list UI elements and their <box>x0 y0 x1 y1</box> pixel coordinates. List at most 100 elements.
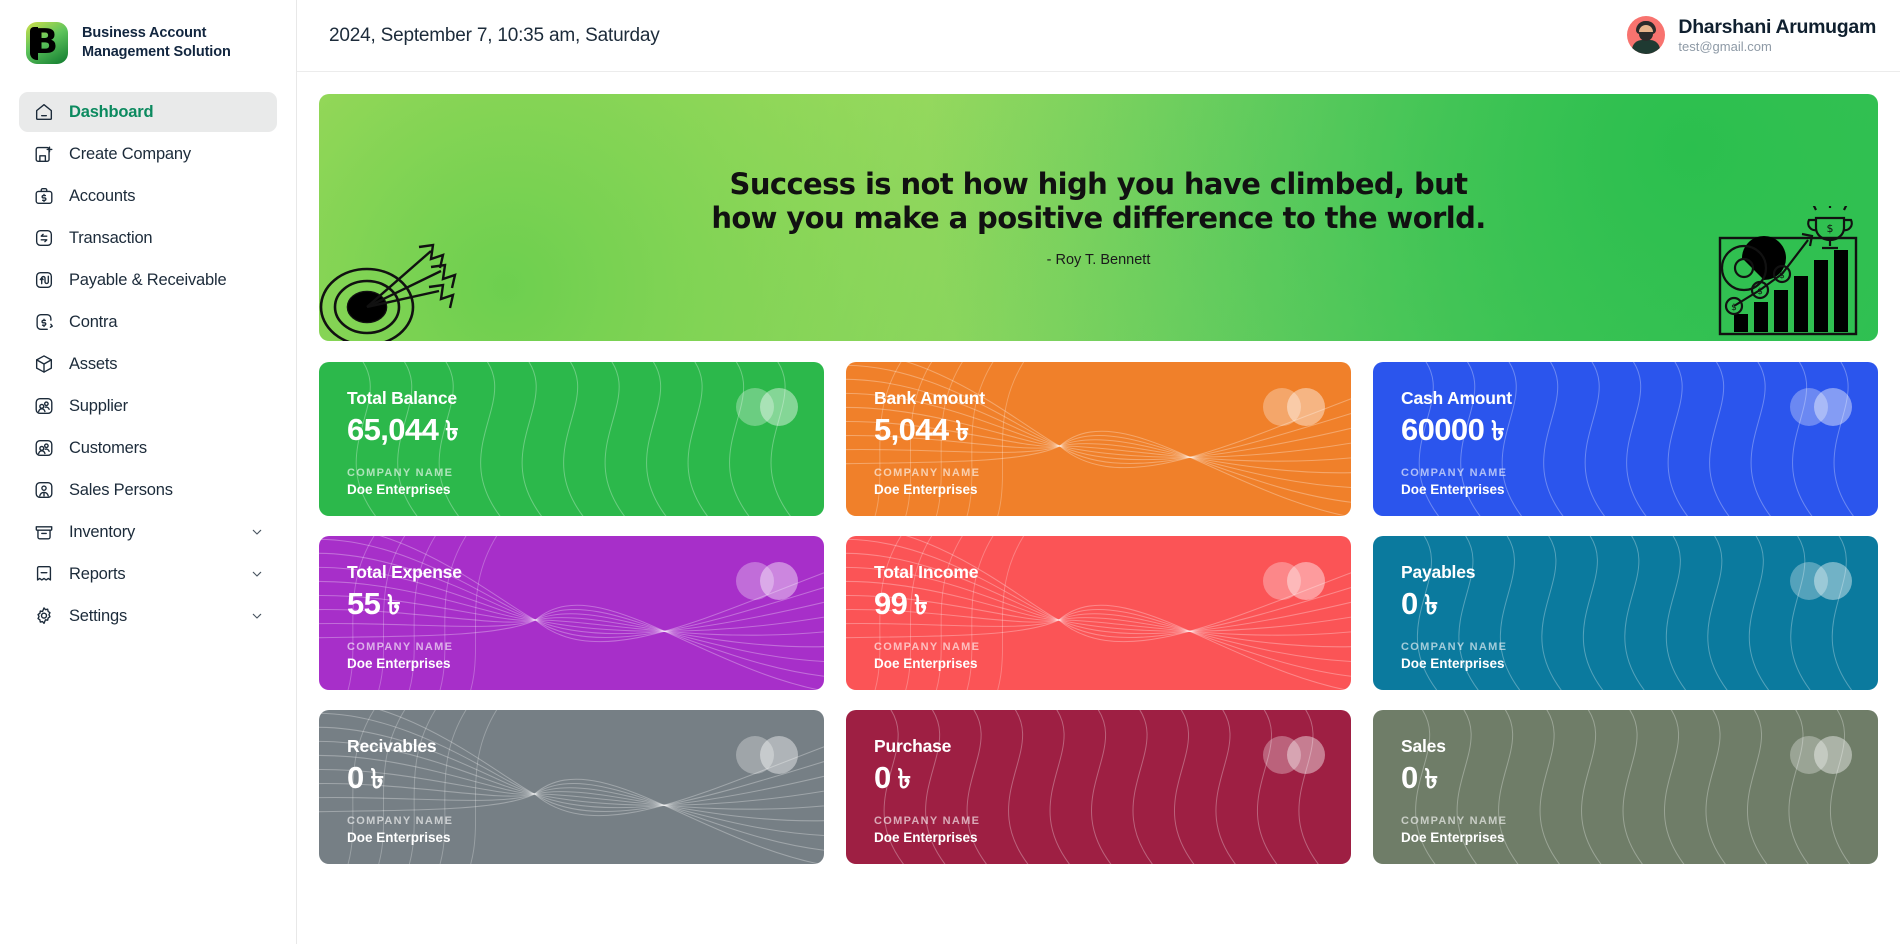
sidebar-item-dashboard[interactable]: Dashboard <box>19 92 277 132</box>
stat-card-cash-amount[interactable]: Cash Amount 60000 ৳ COMPANY NAME Doe Enterpr… <box>1373 362 1878 516</box>
dollar-refresh-icon <box>33 311 55 333</box>
sidebar-item-label: Payable & Receivable <box>69 270 227 289</box>
stat-card-total-balance[interactable]: Total Balance 65,044 ৳ COMPANY NAME Doe Ente… <box>319 362 824 516</box>
stat-card-total-expense[interactable]: Total Expense 55 ৳ COMPANY NAME Doe Enterpri… <box>319 536 824 690</box>
sidebar-item-create-company[interactable]: Create Company <box>19 134 277 174</box>
card-amount: 65,044 <box>347 412 439 447</box>
sidebar-item-label: Dashboard <box>69 102 154 121</box>
sidebar-item-assets[interactable]: Assets <box>19 344 277 384</box>
card-company-value: Doe Enterprises <box>347 482 451 497</box>
dashboard-content: Success is not how high you have climbed… <box>297 72 1900 944</box>
user-email: test@gmail.com <box>1678 39 1772 55</box>
sidebar-item-payable-receivable[interactable]: Payable & Receivable <box>19 260 277 300</box>
sidebar-item-label: Supplier <box>69 396 128 415</box>
card-company-label: COMPANY NAME <box>874 467 981 479</box>
gear-icon <box>33 605 55 627</box>
stat-card-purchase[interactable]: Purchase 0 ৳ COMPANY NAME Doe Enterprises <box>846 710 1351 864</box>
sidebar-item-label: Accounts <box>69 186 136 205</box>
sidebar-item-reports[interactable]: Reports <box>19 554 277 594</box>
sidebar-item-label: Create Company <box>69 144 191 163</box>
sidebar-item-sales-persons[interactable]: Sales Persons <box>19 470 277 510</box>
receipt-icon <box>33 563 55 585</box>
currency-symbol: ৳ <box>955 416 969 446</box>
brand-title-line1: Business Account <box>82 25 207 42</box>
svg-text:$: $ <box>1779 271 1785 281</box>
card-amount: 0 <box>347 760 364 795</box>
card-company-label: COMPANY NAME <box>1401 815 1508 827</box>
stat-card-recivables[interactable]: Recivables 0 ৳ COMPANY NAME Doe Enterprises <box>319 710 824 864</box>
user-menu[interactable]: Dharshani Arumugam test@gmail.com <box>1627 16 1876 55</box>
card-amount: 0 <box>1401 586 1418 621</box>
card-company-value: Doe Enterprises <box>874 830 978 845</box>
card-amount: 5,044 <box>874 412 949 447</box>
box-icon <box>33 353 55 375</box>
card-company-value: Doe Enterprises <box>1401 830 1505 845</box>
card-company: COMPANY NAME Doe Enterprises <box>874 641 980 671</box>
sidebar-item-contra[interactable]: Contra <box>19 302 277 342</box>
card-company-label: COMPANY NAME <box>874 641 981 653</box>
chevron-down-icon[interactable] <box>249 524 265 540</box>
sidebar-item-label: Settings <box>69 606 128 625</box>
card-company-value: Doe Enterprises <box>1401 656 1505 671</box>
card-value: 0 ৳ <box>874 759 1323 804</box>
card-value: 0 ৳ <box>1401 585 1850 630</box>
home-icon <box>33 101 55 123</box>
chevron-down-icon[interactable] <box>249 566 265 582</box>
app-root: B Business Account Management Solution D… <box>0 0 1900 944</box>
card-value: 0 ৳ <box>1401 759 1850 804</box>
b-logo-icon: B <box>26 22 68 64</box>
quote-banner: Success is not how high you have climbed… <box>319 94 1878 341</box>
exchange-icon <box>33 227 55 249</box>
users-icon <box>33 437 55 459</box>
card-value: 0 ৳ <box>347 759 796 804</box>
sidebar: B Business Account Management Solution D… <box>0 0 297 944</box>
building-plus-icon <box>33 143 55 165</box>
card-value: 65,044 ৳ <box>347 411 796 456</box>
sidebar-item-settings[interactable]: Settings <box>19 596 277 636</box>
card-title: Bank Amount <box>874 388 985 408</box>
sidebar-item-customers[interactable]: Customers <box>19 428 277 468</box>
brand-title: Business Account Management Solution <box>82 24 231 62</box>
card-company: COMPANY NAME Doe Enterprises <box>1401 815 1507 845</box>
card-company: COMPANY NAME Doe Enterprises <box>874 815 980 845</box>
sidebar-item-accounts[interactable]: Accounts <box>19 176 277 216</box>
sidebar-item-label: Inventory <box>69 522 136 541</box>
card-company: COMPANY NAME Doe Enterprises <box>874 467 980 497</box>
sidebar-item-transaction[interactable]: Transaction <box>19 218 277 258</box>
card-company: COMPANY NAME Doe Enterprises <box>347 641 453 671</box>
sidebar-nav: Dashboard Create Company Accounts Transacti… <box>0 86 296 636</box>
card-amount: 99 <box>874 586 908 621</box>
archive-icon <box>33 521 55 543</box>
svg-text:$: $ <box>1757 287 1763 297</box>
stat-card-payables[interactable]: Payables 0 ৳ COMPANY NAME Doe Enterprises <box>1373 536 1878 690</box>
card-company-value: Doe Enterprises <box>1401 482 1505 497</box>
main-area: 2024, September 7, 10:35 am, Saturday Dh… <box>297 0 1900 944</box>
currency-symbol: ৳ <box>445 416 459 446</box>
card-title: Sales <box>1401 736 1446 756</box>
card-company: COMPANY NAME Doe Enterprises <box>347 467 453 497</box>
card-value: 55 ৳ <box>347 585 796 630</box>
topbar: 2024, September 7, 10:35 am, Saturday Dh… <box>297 0 1900 72</box>
currency-symbol: ৳ <box>1424 590 1438 620</box>
sidebar-item-label: Reports <box>69 564 126 583</box>
currency-symbol: ৳ <box>387 590 401 620</box>
stat-card-total-income[interactable]: Total Income 99 ৳ COMPANY NAME Doe Enterpris… <box>846 536 1351 690</box>
card-title: Total Income <box>874 562 979 582</box>
chevron-down-icon[interactable] <box>249 608 265 624</box>
card-amount: 55 <box>347 586 381 621</box>
card-amount: 60000 <box>1401 412 1485 447</box>
currency-symbol: ৳ <box>897 764 911 794</box>
card-value: 60000 ৳ <box>1401 411 1850 456</box>
brand[interactable]: B Business Account Management Solution <box>0 0 296 86</box>
stat-card-bank-amount[interactable]: Bank Amount 5,044 ৳ COMPANY NAME Doe Enterpr… <box>846 362 1351 516</box>
sidebar-item-supplier[interactable]: Supplier <box>19 386 277 426</box>
card-company-value: Doe Enterprises <box>347 830 451 845</box>
sidebar-item-inventory[interactable]: Inventory <box>19 512 277 552</box>
card-title: Total Balance <box>347 388 457 408</box>
card-company: COMPANY NAME Doe Enterprises <box>1401 467 1507 497</box>
quote-text: Success is not how high you have climbed… <box>711 166 1486 235</box>
card-company-value: Doe Enterprises <box>874 482 978 497</box>
briefcase-dollar-icon <box>33 185 55 207</box>
stat-card-sales[interactable]: Sales 0 ৳ COMPANY NAME Doe Enterprises <box>1373 710 1878 864</box>
card-company: COMPANY NAME Doe Enterprises <box>347 815 453 845</box>
